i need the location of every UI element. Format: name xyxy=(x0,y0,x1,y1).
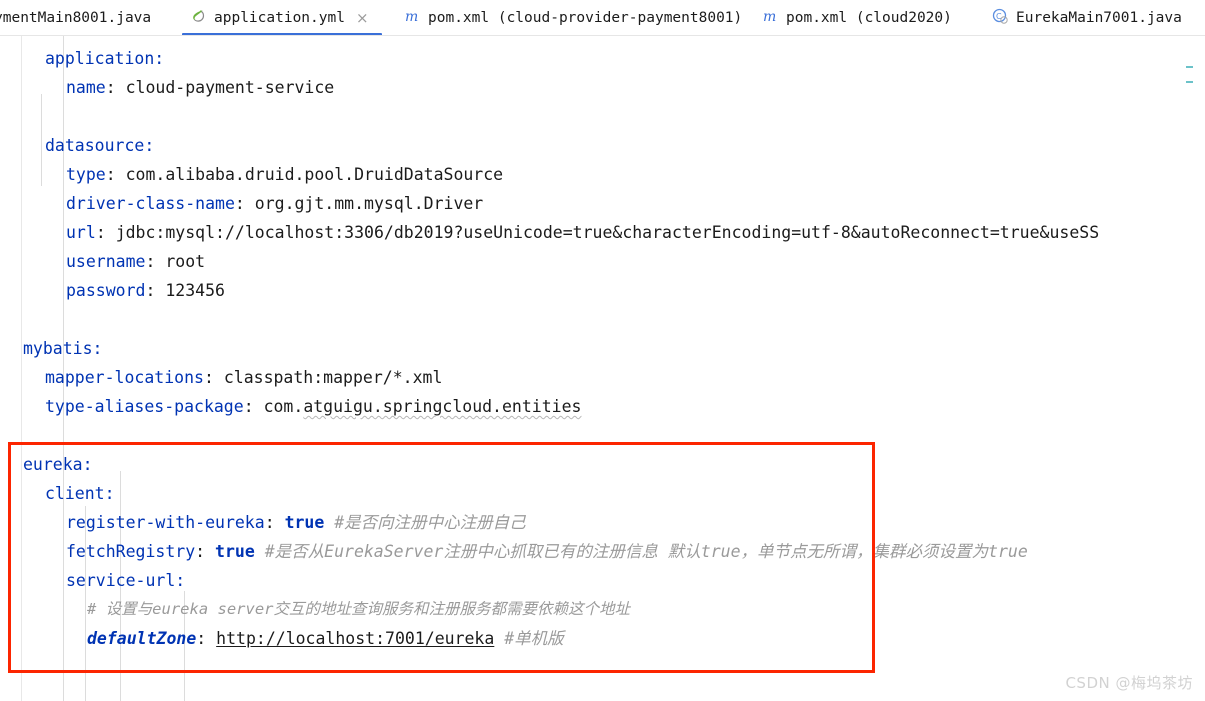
yaml-boolean-value: true xyxy=(215,542,255,561)
code-line: fetchRegistry: true #是否从EurekaServer注册中心… xyxy=(66,537,1028,566)
code-line: client: xyxy=(45,479,115,508)
yaml-key: eureka: xyxy=(23,455,93,474)
yaml-key: application: xyxy=(45,49,165,68)
yaml-comment: #是否从EurekaServer注册中心抓取已有的注册信息 默认true，单节点… xyxy=(264,542,1028,561)
yaml-value: com.alibaba.druid.pool.DruidDataSource xyxy=(125,165,504,184)
code-editor[interactable]: application: name: cloud-payment-service… xyxy=(0,36,1205,701)
colon: : xyxy=(234,194,245,213)
colon: : xyxy=(203,368,214,387)
tab-pom-cloud-provider-payment8001[interactable]: m pom.xml (cloud-provider-payment8001) xyxy=(400,0,746,36)
colon: : xyxy=(95,223,106,242)
colon: : xyxy=(105,165,116,184)
yaml-value: classpath:mapper/*.xml xyxy=(223,368,443,387)
code-content: application: name: cloud-payment-service… xyxy=(0,36,1205,701)
tab-eureka-main-7001[interactable]: C EurekaMain7001.java xyxy=(988,0,1186,36)
spring-leaf-icon xyxy=(190,8,207,29)
yaml-key: url xyxy=(66,223,96,242)
code-line: register-with-eureka: true #是否向注册中心注册自己 xyxy=(66,508,526,537)
yaml-value: 123456 xyxy=(165,281,225,300)
editor-tab-bar: ymentMain8001.java application.yml × m p… xyxy=(0,0,1205,36)
code-line: service-url: xyxy=(66,566,185,595)
code-line: mapper-locations: classpath:mapper/*.xml xyxy=(45,363,442,392)
tab-pom-cloud2020[interactable]: m pom.xml (cloud2020) xyxy=(758,0,956,36)
yaml-boolean-value: true xyxy=(284,513,325,532)
yaml-key: type-aliases-package xyxy=(45,397,244,416)
tab-payment-main[interactable]: ymentMain8001.java xyxy=(0,0,155,36)
java-class-icon: C xyxy=(992,8,1009,29)
yaml-key: register-with-eureka xyxy=(66,513,265,532)
yaml-key: defaultZone xyxy=(87,629,197,648)
yaml-key: type xyxy=(66,165,106,184)
colon: : xyxy=(195,542,206,561)
yaml-key: fetchRegistry xyxy=(66,542,196,561)
tab-label: pom.xml (cloud-provider-payment8001) xyxy=(428,10,743,26)
csdn-watermark: CSDN @梅坞茶坊 xyxy=(1065,674,1193,692)
code-line: password: 123456 xyxy=(66,276,225,305)
code-line: driver-class-name: org.gjt.mm.mysql.Driv… xyxy=(66,189,483,218)
yaml-value: org.gjt.mm.mysql.Driver xyxy=(254,194,484,213)
yaml-key: password xyxy=(66,281,146,300)
yaml-value-warning: atguigu.springcloud.entities xyxy=(303,397,582,416)
yaml-key: service-url: xyxy=(66,571,186,590)
gutter-mark[interactable] xyxy=(1186,66,1193,68)
yaml-value: jdbc:mysql://localhost:3306/db2019?useUn… xyxy=(115,223,1100,242)
yaml-key: username xyxy=(66,252,146,271)
code-line: type: com.alibaba.druid.pool.DruidDataSo… xyxy=(66,160,503,189)
yaml-value: com. xyxy=(263,397,304,416)
code-line: username: root xyxy=(66,247,205,276)
eureka-url-link[interactable]: http://localhost:7001/eureka xyxy=(216,629,494,648)
gutter-mark[interactable] xyxy=(1186,81,1193,83)
code-line: datasource: xyxy=(45,131,154,160)
code-line: type-aliases-package: com.atguigu.spring… xyxy=(45,392,581,421)
code-line: name: cloud-payment-service xyxy=(66,73,334,102)
yaml-comment: #是否向注册中心注册自己 xyxy=(334,513,526,532)
close-icon[interactable]: × xyxy=(356,9,369,27)
yaml-key: name xyxy=(66,78,106,97)
yaml-value: root xyxy=(165,252,206,271)
code-line: url: jdbc:mysql://localhost:3306/db2019?… xyxy=(66,218,1099,247)
colon: : xyxy=(145,252,156,271)
editor-window: ymentMain8001.java application.yml × m p… xyxy=(0,0,1205,701)
colon: : xyxy=(264,513,275,532)
colon: : xyxy=(196,629,207,648)
svg-text:m: m xyxy=(405,9,418,25)
tab-label: pom.xml (cloud2020) xyxy=(786,10,952,26)
yaml-comment: #单机版 xyxy=(504,629,564,648)
yaml-comment: # 设置与eureka server交互的地址查询服务和注册服务都需要依赖这个地… xyxy=(87,600,630,618)
maven-m-icon: m xyxy=(762,8,779,29)
yaml-key: datasource: xyxy=(45,136,155,155)
yaml-value: cloud-payment-service xyxy=(125,78,335,97)
yaml-key: driver-class-name xyxy=(66,194,235,213)
maven-m-icon: m xyxy=(404,8,421,29)
tab-label: EurekaMain7001.java xyxy=(1016,10,1182,26)
yaml-key: mapper-locations xyxy=(45,368,204,387)
yaml-key: client: xyxy=(45,484,115,503)
code-line: # 设置与eureka server交互的地址查询服务和注册服务都需要依赖这个地… xyxy=(87,595,630,624)
colon: : xyxy=(105,78,116,97)
colon: : xyxy=(243,397,254,416)
colon: : xyxy=(145,281,156,300)
code-line: eureka: xyxy=(23,450,93,479)
svg-text:m: m xyxy=(763,9,776,25)
yaml-key: mybatis: xyxy=(23,339,103,358)
tab-application-yml[interactable]: application.yml × xyxy=(186,0,373,36)
tab-label: application.yml xyxy=(214,10,345,26)
code-line: application: xyxy=(45,44,164,73)
code-line: mybatis: xyxy=(23,334,102,363)
tab-label: ymentMain8001.java xyxy=(0,10,152,26)
code-line: defaultZone: http://localhost:7001/eurek… xyxy=(87,624,564,653)
